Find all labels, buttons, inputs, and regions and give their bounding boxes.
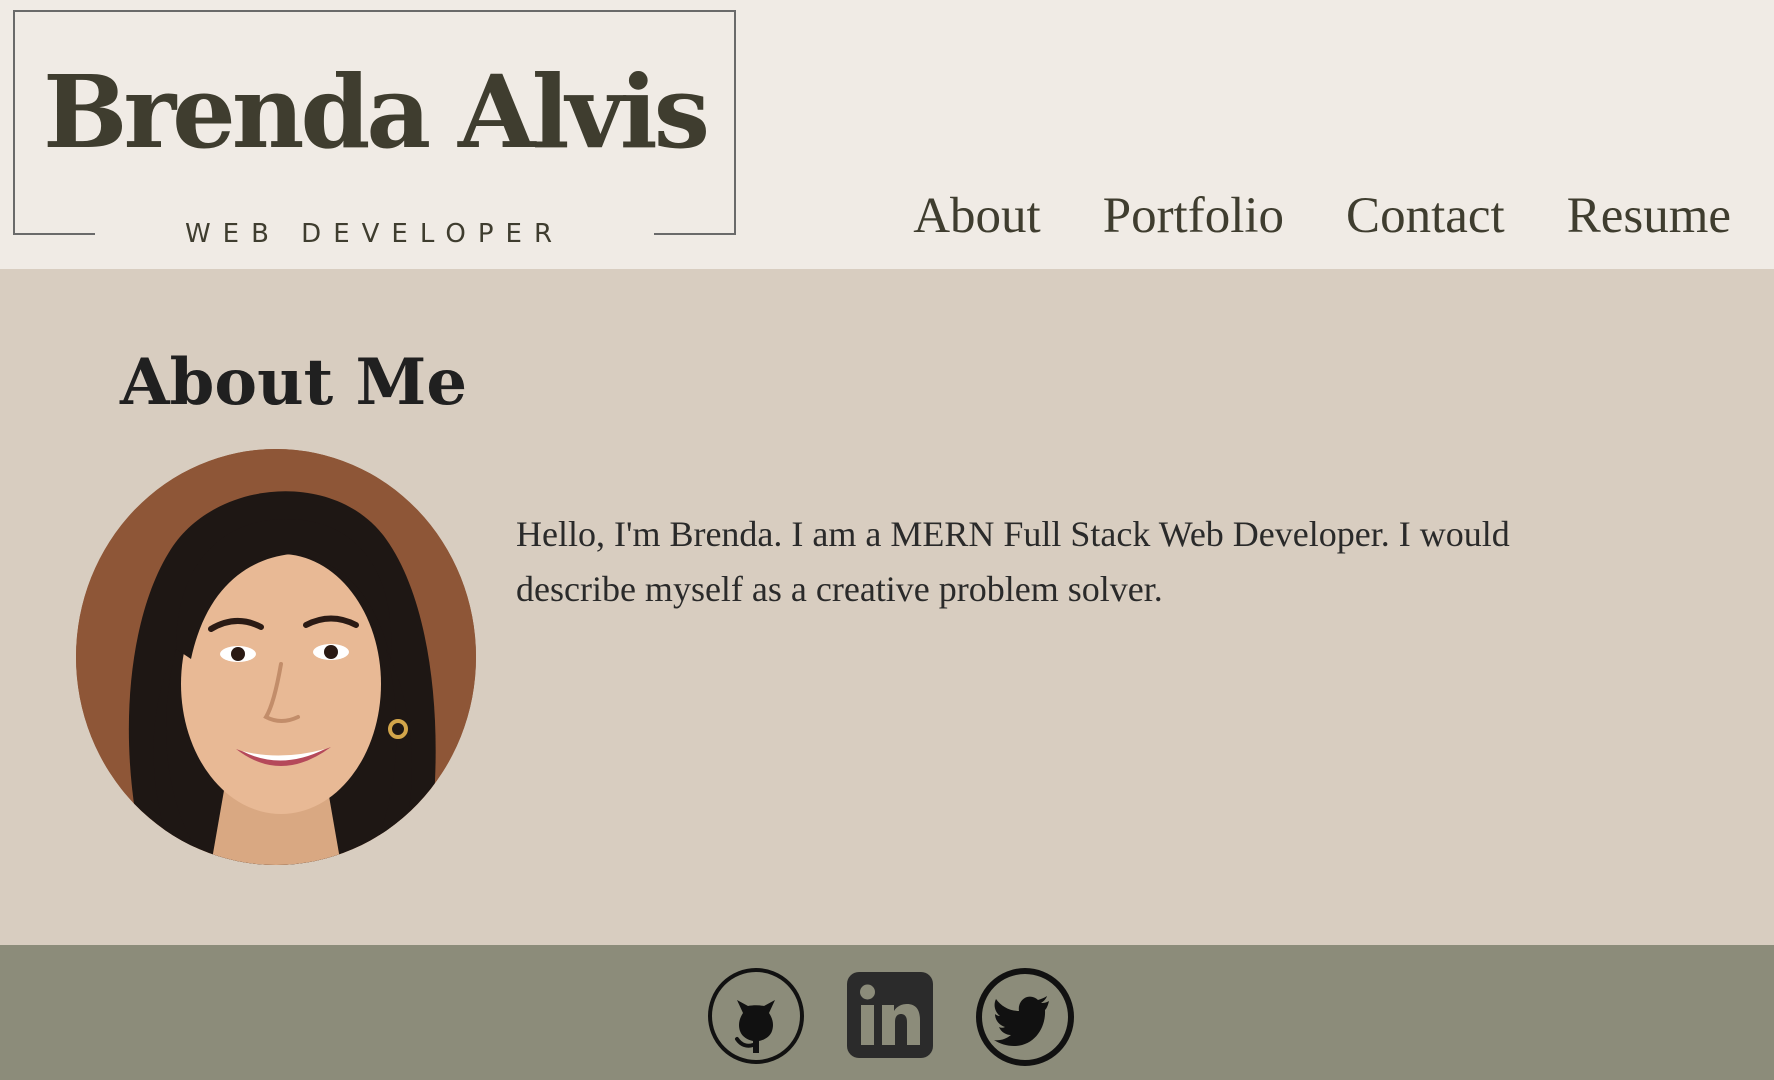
linkedin-link[interactable]	[847, 972, 933, 1058]
logo-subtitle: WEB DEVELOPER	[184, 219, 565, 249]
nav-portfolio-link[interactable]: Portfolio	[1103, 188, 1284, 244]
about-section: About Me Hello, I'm Brenda. I am a MERN …	[0, 269, 1774, 945]
about-title: About Me	[120, 345, 468, 420]
github-icon	[708, 968, 804, 1064]
nav-resume-link[interactable]: Resume	[1567, 188, 1731, 244]
profile-photo-illustration	[76, 449, 476, 865]
logo-name[interactable]: Brenda Alvis	[13, 62, 736, 162]
main-nav: About Portfolio Contact Resume	[913, 188, 1731, 244]
github-link[interactable]	[707, 967, 805, 1065]
logo-frame-top-border	[13, 10, 736, 12]
twitter-icon	[976, 968, 1074, 1066]
about-bio-text: Hello, I'm Brenda. I am a MERN Full Stac…	[516, 514, 1510, 609]
nav-contact-link[interactable]: Contact	[1346, 188, 1505, 244]
profile-photo	[76, 449, 476, 865]
site-footer	[0, 945, 1774, 1080]
site-header: Brenda Alvis WEB DEVELOPER About Portfol…	[0, 0, 1774, 269]
nav-about-link[interactable]: About	[913, 188, 1041, 244]
twitter-link[interactable]	[975, 967, 1075, 1067]
linkedin-icon	[847, 972, 933, 1058]
